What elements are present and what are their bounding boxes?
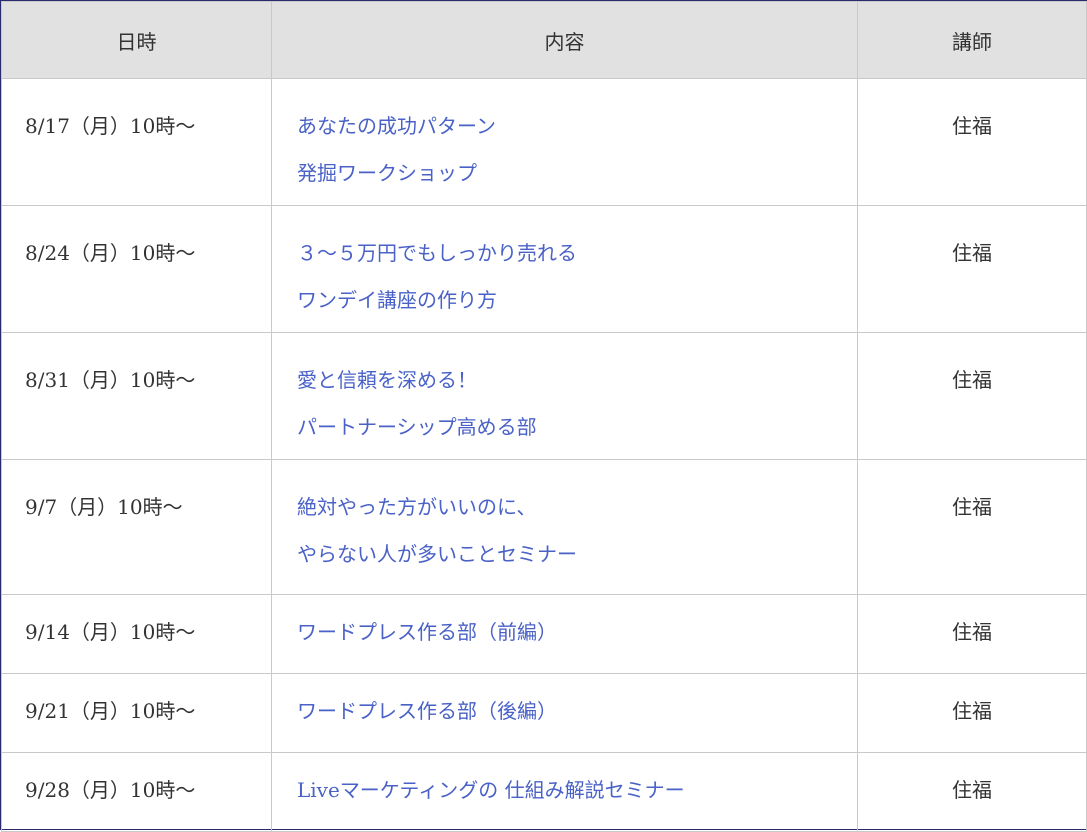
header-teacher: 講師 (857, 1, 1087, 79)
teacher-text: 住福 (952, 778, 992, 802)
header-row: 日時 内容 講師 (1, 1, 1087, 79)
schedule-table: 日時 内容 講師 8/17（月）10時〜 あなたの成功パターン 発掘ワークショッ… (1, 1, 1087, 832)
teacher-cell: 住福 (857, 673, 1087, 753)
teacher-text: 住福 (952, 620, 992, 644)
table-row: 9/7（月）10時〜 絶対やった方がいいのに、 やらない人が多いことセミナー 住… (1, 459, 1087, 595)
table-row: 9/14（月）10時〜 ワードプレス作る部（前編） 住福 (1, 594, 1087, 674)
course-link[interactable]: 愛と信頼を深める！ (297, 357, 857, 404)
header-date: 日時 (1, 1, 272, 79)
content-cell: 絶対やった方がいいのに、 やらない人が多いことセミナー (271, 459, 858, 595)
course-link[interactable]: 絶対やった方がいいのに、 (297, 484, 857, 531)
course-link[interactable]: パートナーシップ高める部 (297, 404, 857, 451)
course-link[interactable]: ワードプレス作る部（後編） (297, 688, 857, 735)
date-text: 9/7（月）10時〜 (25, 495, 183, 519)
teacher-text: 住福 (952, 368, 992, 392)
date-cell: 8/31（月）10時〜 (1, 332, 272, 460)
date-cell: 9/7（月）10時〜 (1, 459, 272, 595)
teacher-cell: 住福 (857, 78, 1087, 206)
content-cell: Liveマーケティングの 仕組み解説セミナー (271, 752, 858, 832)
schedule-frame: 日時 内容 講師 8/17（月）10時〜 あなたの成功パターン 発掘ワークショッ… (0, 0, 1087, 832)
date-text: 9/14（月）10時〜 (25, 620, 196, 644)
content-cell: ３〜５万円でもしっかり売れる ワンデイ講座の作り方 (271, 205, 858, 333)
date-cell: 8/24（月）10時〜 (1, 205, 272, 333)
date-cell: 9/28（月）10時〜 (1, 752, 272, 832)
course-link[interactable]: あなたの成功パターン (297, 103, 857, 150)
course-link[interactable]: Liveマーケティングの 仕組み解説セミナー (297, 767, 857, 814)
teacher-cell: 住福 (857, 332, 1087, 460)
teacher-text: 住福 (952, 495, 992, 519)
date-text: 8/17（月）10時〜 (25, 114, 196, 138)
content-cell: あなたの成功パターン 発掘ワークショップ (271, 78, 858, 206)
table-row: 9/28（月）10時〜 Liveマーケティングの 仕組み解説セミナー 住福 (1, 752, 1087, 832)
teacher-text: 住福 (952, 114, 992, 138)
content-cell: ワードプレス作る部（前編） (271, 594, 858, 674)
course-link[interactable]: 発掘ワークショップ (297, 150, 857, 197)
date-cell: 8/17（月）10時〜 (1, 78, 272, 206)
teacher-cell: 住福 (857, 752, 1087, 832)
teacher-text: 住福 (952, 699, 992, 723)
content-cell: ワードプレス作る部（後編） (271, 673, 858, 753)
content-cell: 愛と信頼を深める！ パートナーシップ高める部 (271, 332, 858, 460)
date-text: 9/28（月）10時〜 (25, 778, 196, 802)
date-cell: 9/21（月）10時〜 (1, 673, 272, 753)
date-text: 8/31（月）10時〜 (25, 368, 196, 392)
course-link[interactable]: ワンデイ講座の作り方 (297, 277, 857, 324)
table-row: 9/21（月）10時〜 ワードプレス作る部（後編） 住福 (1, 673, 1087, 753)
date-text: 9/21（月）10時〜 (25, 699, 196, 723)
course-link[interactable]: ワードプレス作る部（前編） (297, 609, 857, 656)
course-link[interactable]: やらない人が多いことセミナー (297, 531, 857, 578)
teacher-cell: 住福 (857, 459, 1087, 595)
table-row: 8/31（月）10時〜 愛と信頼を深める！ パートナーシップ高める部 住福 (1, 332, 1087, 460)
course-link[interactable]: ３〜５万円でもしっかり売れる (297, 230, 857, 277)
teacher-text: 住福 (952, 241, 992, 265)
table-row: 8/24（月）10時〜 ３〜５万円でもしっかり売れる ワンデイ講座の作り方 住福 (1, 205, 1087, 333)
teacher-cell: 住福 (857, 594, 1087, 674)
date-text: 8/24（月）10時〜 (25, 241, 196, 265)
table-row: 8/17（月）10時〜 あなたの成功パターン 発掘ワークショップ 住福 (1, 78, 1087, 206)
date-cell: 9/14（月）10時〜 (1, 594, 272, 674)
teacher-cell: 住福 (857, 205, 1087, 333)
header-content: 内容 (271, 1, 858, 79)
